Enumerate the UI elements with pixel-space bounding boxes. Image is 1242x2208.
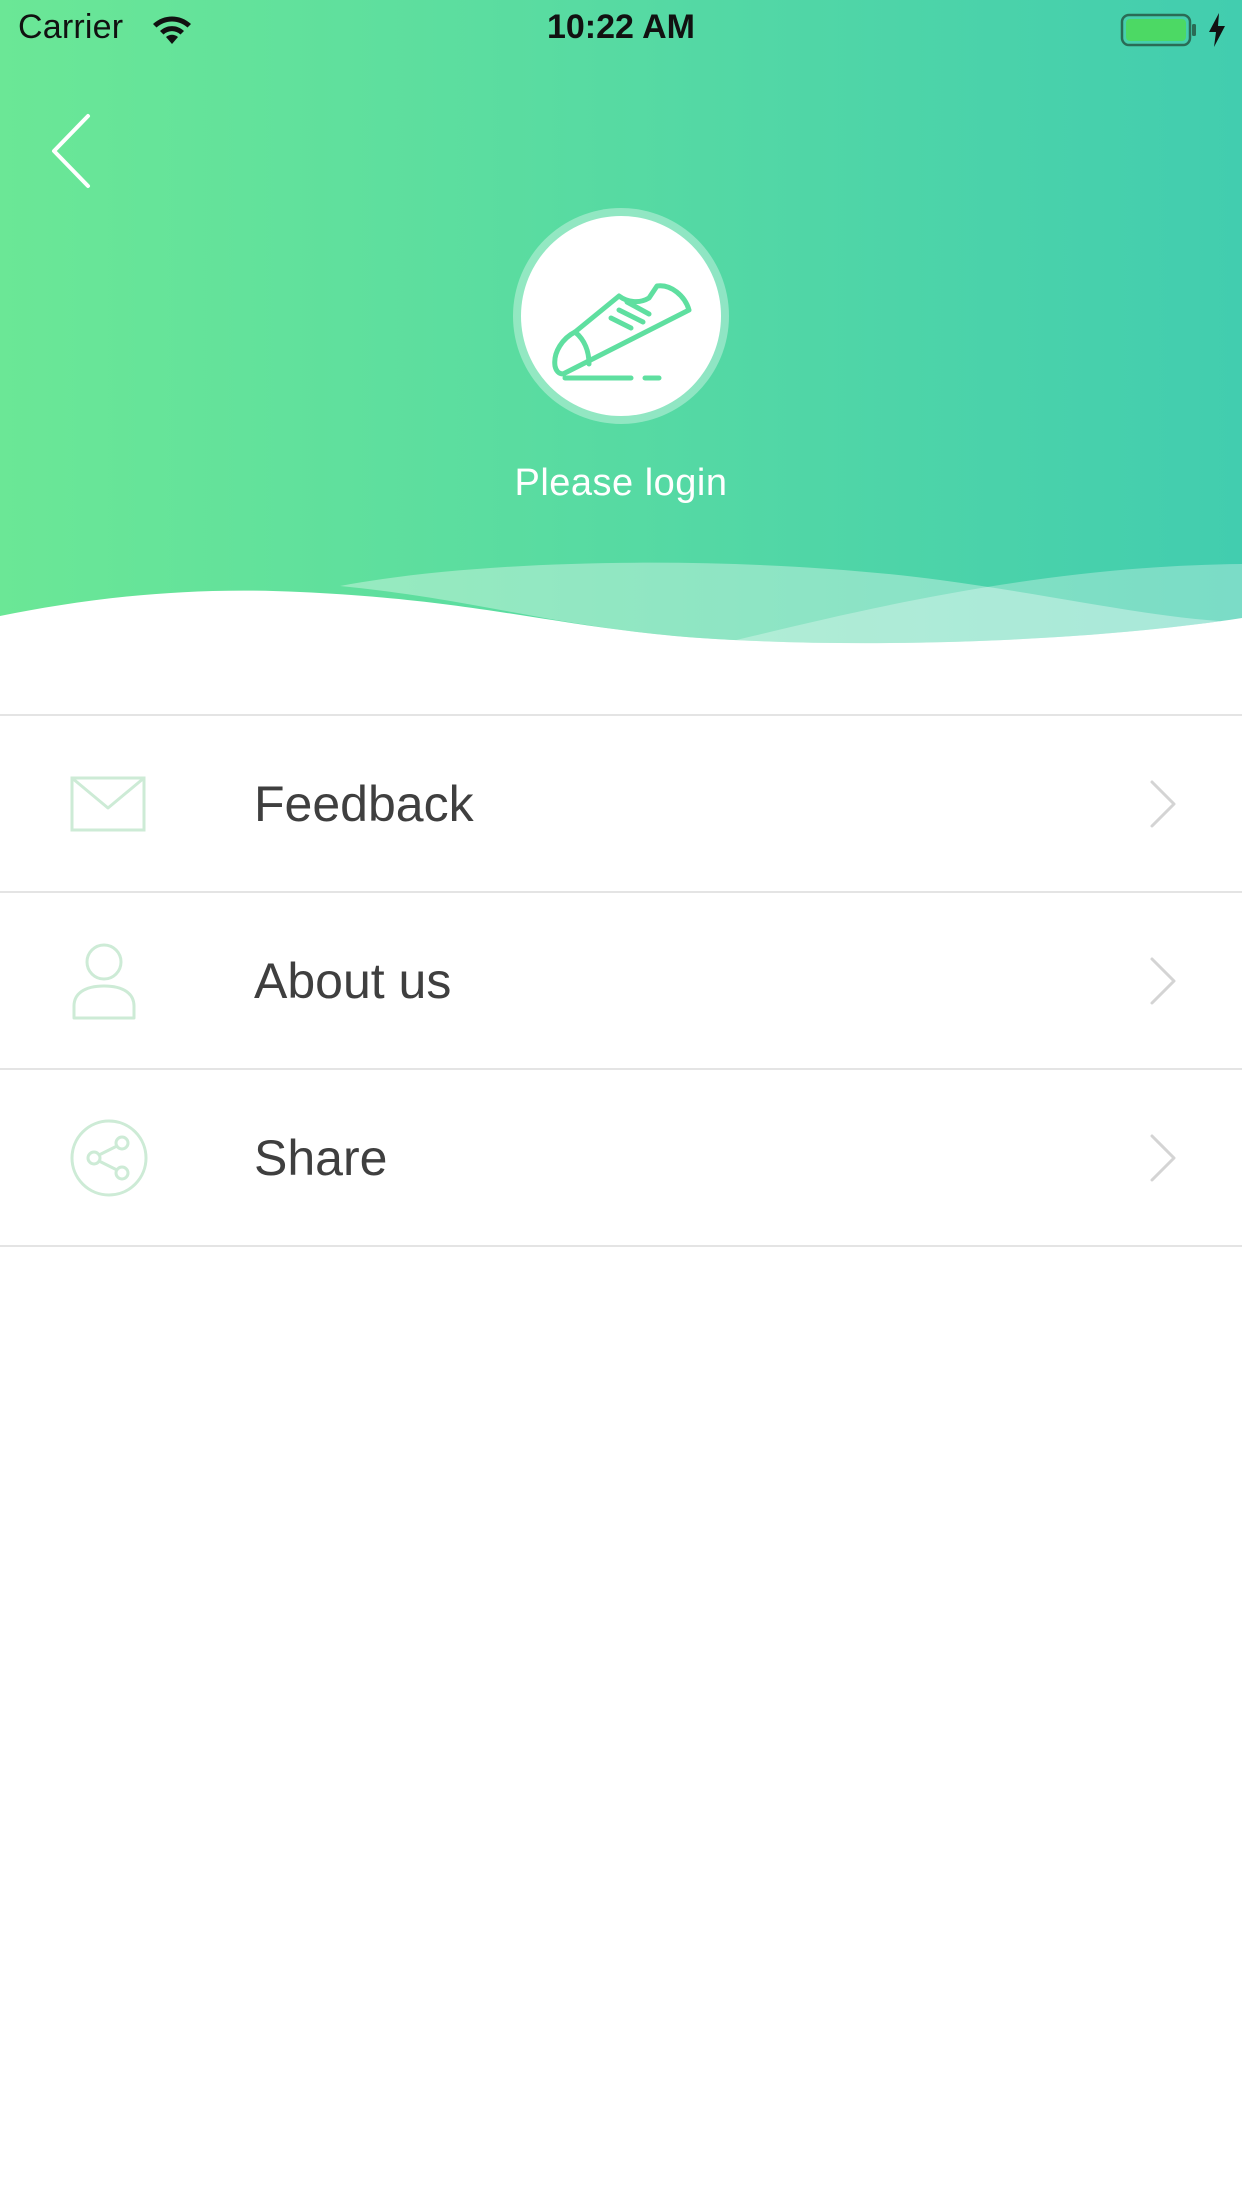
menu-label-share: Share: [254, 1129, 388, 1186]
chevron-right-icon: [1150, 957, 1176, 1004]
settings-menu: Feedback About us Share: [0, 714, 1242, 1247]
menu-item-feedback[interactable]: Feedback: [0, 716, 1242, 893]
status-bar: Carrier 10:22 AM: [0, 0, 1242, 60]
avatar-circle: [521, 216, 721, 416]
menu-label-about-us: About us: [254, 952, 452, 1009]
envelope-icon: [70, 776, 146, 831]
menu-label-feedback: Feedback: [254, 775, 474, 832]
menu-item-about-us[interactable]: About us: [0, 893, 1242, 1070]
person-icon: [72, 943, 136, 1019]
avatar[interactable]: [513, 208, 729, 424]
back-button[interactable]: [40, 108, 110, 194]
battery-icon: [1120, 13, 1196, 47]
menu-item-share[interactable]: Share: [0, 1070, 1242, 1247]
share-icon: [70, 1119, 148, 1196]
status-time: 10:22 AM: [546, 8, 696, 46]
login-prompt[interactable]: Please login: [0, 462, 1242, 505]
chevron-right-icon: [1150, 780, 1176, 827]
profile-header: Carrier 10:22 AM Please login: [0, 0, 1242, 680]
charging-bolt-icon: [1209, 13, 1225, 47]
chevron-right-icon: [1150, 1134, 1176, 1181]
sneaker-icon: [552, 283, 692, 381]
